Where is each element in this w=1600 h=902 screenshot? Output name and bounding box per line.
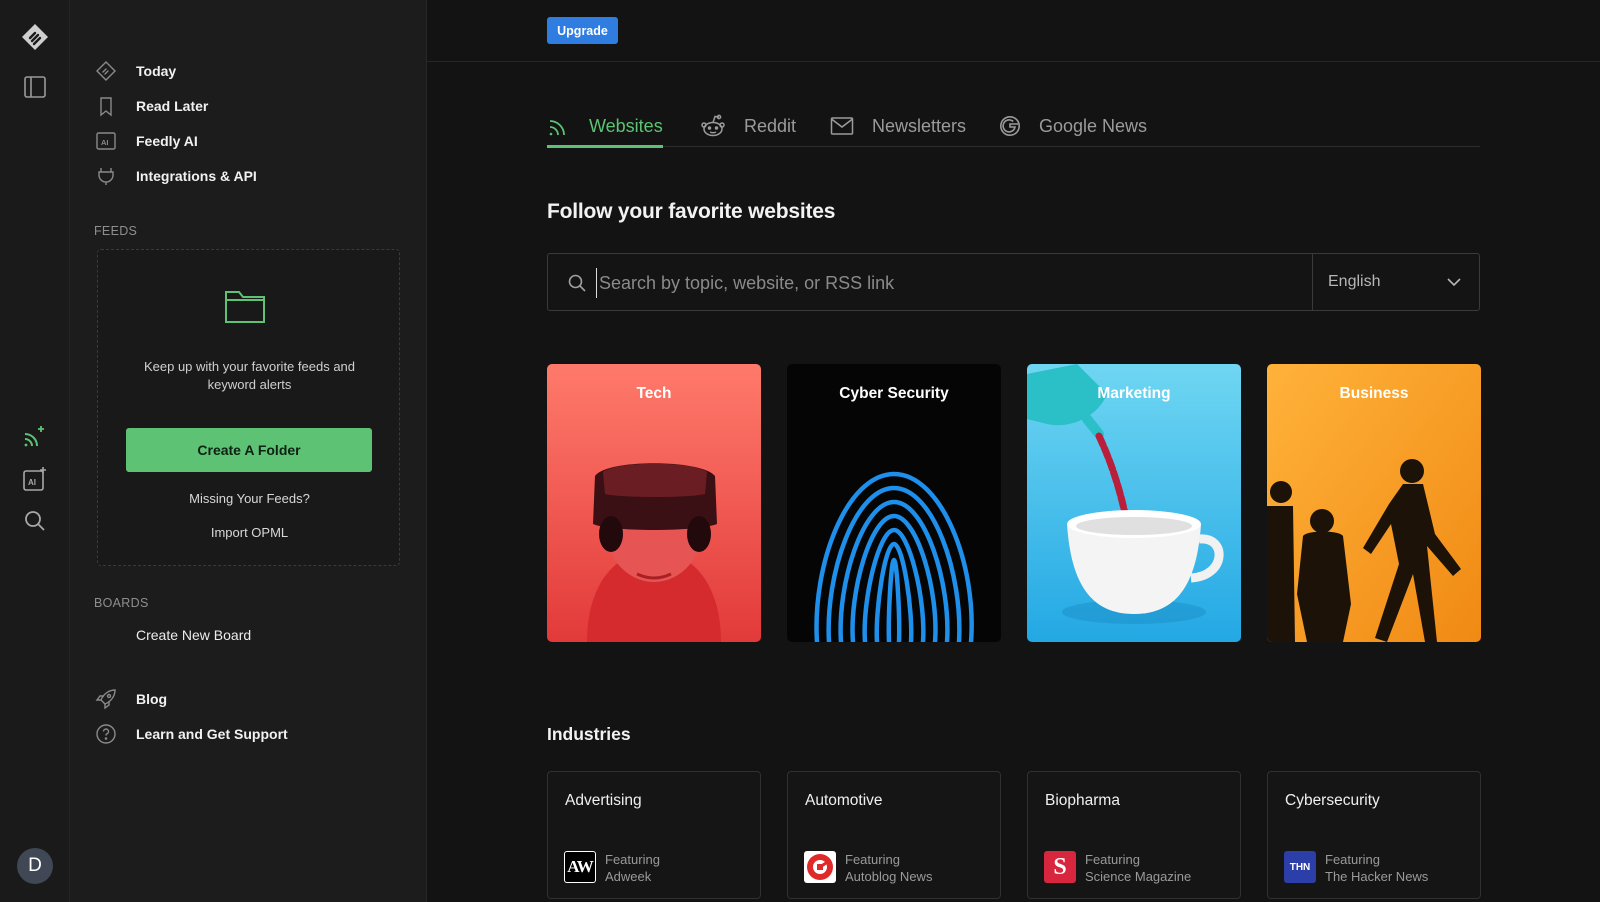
science-magazine-logo: S: [1044, 851, 1076, 883]
main-content: Upgrade Websites Reddit Newsletters Goog…: [427, 0, 1600, 902]
create-new-board-link[interactable]: Create New Board: [136, 627, 251, 643]
top-bar: Upgrade: [427, 0, 1600, 62]
industry-featuring: Featuring Science Magazine: [1085, 852, 1192, 884]
sidebar-item-feedly-ai[interactable]: AI Feedly AI: [95, 127, 198, 155]
marketing-image: [1027, 364, 1241, 642]
sidebar-toggle-icon[interactable]: [20, 72, 50, 102]
industry-name: Biopharma: [1045, 792, 1120, 809]
sidebar-item-label: Feedly AI: [136, 133, 198, 149]
topic-card-marketing[interactable]: Marketing: [1027, 364, 1241, 642]
autoblog-logo: [804, 851, 836, 883]
tab-google-news[interactable]: Google News: [999, 105, 1147, 147]
industry-card-automotive[interactable]: Automotive Featuring Autoblog News: [787, 771, 1001, 899]
today-icon: [95, 60, 117, 82]
tab-label: Newsletters: [872, 115, 967, 136]
search-input[interactable]: [596, 268, 1286, 298]
feeds-section-label: FEEDS: [94, 224, 138, 238]
industry-card-biopharma[interactable]: Biopharma S Featuring Science Magazine: [1027, 771, 1241, 899]
sidebar-item-support[interactable]: Learn and Get Support: [95, 720, 288, 748]
sidebar-item-integrations[interactable]: Integrations & API: [95, 162, 257, 190]
topic-card-label: Tech: [636, 385, 672, 402]
svg-text:AI: AI: [101, 138, 109, 147]
tab-newsletters[interactable]: Newsletters: [830, 105, 966, 147]
ai-icon: AI: [95, 130, 117, 152]
search-icon[interactable]: [20, 506, 50, 536]
search-bar: English: [547, 253, 1480, 311]
industry-name: Automotive: [805, 792, 883, 809]
source-tabs: Websites Reddit Newsletters Google News: [547, 105, 1480, 148]
svg-text:AI: AI: [28, 478, 36, 487]
fingerprint-image: [787, 364, 1001, 642]
rocket-icon: [95, 688, 117, 710]
sidebar-item-label: Blog: [136, 691, 168, 707]
tab-label: Google News: [1039, 115, 1148, 136]
boards-section-label: BOARDS: [94, 596, 149, 610]
plug-icon: [95, 165, 117, 187]
sidebar-item-today[interactable]: Today: [95, 57, 176, 85]
import-opml-link[interactable]: Import OPML: [98, 525, 401, 540]
industry-card-advertising[interactable]: Advertising AW Featuring Adweek: [547, 771, 761, 899]
topic-card-label: Business: [1339, 385, 1409, 402]
tech-image: [547, 364, 761, 642]
industry-featuring: Featuring Adweek: [605, 852, 660, 884]
sidebar-item-label: Learn and Get Support: [136, 726, 288, 742]
add-ai-feed-icon[interactable]: AI: [20, 464, 50, 494]
topic-card-cyber-security[interactable]: Cyber Security: [787, 364, 1001, 642]
app-window: AI D Today Read Later AI Feedly AI Integ…: [0, 0, 1600, 902]
feedly-logo-icon[interactable]: [20, 22, 50, 52]
industry-name: Advertising: [565, 792, 642, 809]
rss-icon: [547, 114, 571, 138]
sidebar-item-label: Integrations & API: [136, 168, 257, 184]
sidebar-item-blog[interactable]: Blog: [95, 685, 167, 713]
avatar[interactable]: D: [17, 848, 53, 884]
mail-icon: [830, 115, 854, 137]
sidebar-item-read-later[interactable]: Read Later: [95, 92, 208, 120]
create-folder-button[interactable]: Create A Folder: [126, 428, 372, 472]
upgrade-button[interactable]: Upgrade: [547, 17, 618, 44]
icon-rail: AI D: [0, 0, 70, 902]
sidebar-item-label: Today: [136, 63, 177, 79]
industry-featuring: Featuring Autoblog News: [845, 852, 933, 884]
language-value: English: [1328, 273, 1381, 290]
feeds-empty-state: Keep up with your favorite feeds and key…: [97, 249, 400, 566]
bookmark-icon: [95, 95, 117, 117]
sidebar-item-label: Read Later: [136, 98, 209, 114]
business-image: [1267, 364, 1481, 642]
topic-card-business[interactable]: Business: [1267, 364, 1481, 642]
chevron-down-icon: [1446, 275, 1462, 293]
feeds-empty-message: Keep up with your favorite feeds and key…: [143, 359, 356, 392]
google-icon: [999, 115, 1021, 137]
sidebar: Today Read Later AI Feedly AI Integratio…: [70, 0, 427, 902]
missing-feeds-link[interactable]: Missing Your Feeds?: [98, 491, 401, 506]
tab-websites[interactable]: Websites: [547, 105, 663, 148]
tab-label: Websites: [589, 115, 663, 136]
tab-reddit[interactable]: Reddit: [700, 105, 796, 147]
folder-icon: [223, 287, 267, 330]
add-feed-icon[interactable]: [20, 421, 50, 451]
industry-featuring: Featuring The Hacker News: [1325, 852, 1429, 884]
topic-card-tech[interactable]: Tech: [547, 364, 761, 642]
language-select[interactable]: English: [1312, 254, 1480, 310]
industries-heading: Industries: [547, 724, 631, 744]
industry-name: Cybersecurity: [1285, 792, 1380, 809]
page-title: Follow your favorite websites: [547, 200, 836, 223]
search-icon: [567, 273, 587, 298]
adweek-logo: AW: [564, 851, 596, 883]
help-icon: [95, 723, 117, 745]
topic-card-label: Cyber Security: [839, 385, 949, 402]
topic-card-label: Marketing: [1097, 385, 1171, 402]
tab-label: Reddit: [744, 115, 797, 136]
reddit-icon: [700, 114, 726, 138]
industry-card-cybersecurity[interactable]: Cybersecurity THN Featuring The Hacker N…: [1267, 771, 1481, 899]
hacker-news-logo: THN: [1284, 851, 1316, 883]
